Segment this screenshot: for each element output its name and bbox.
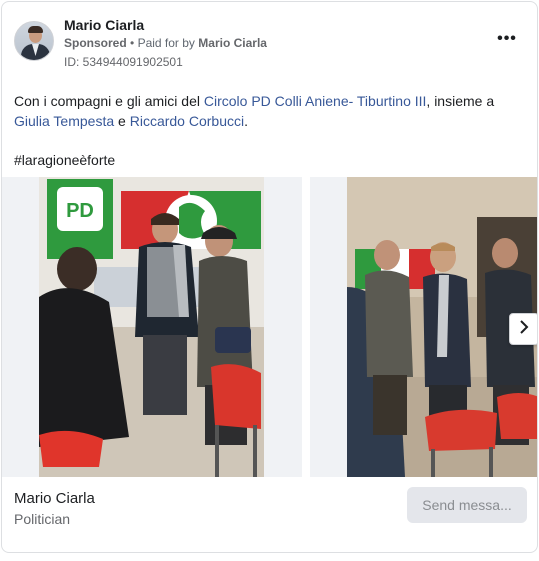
post-text-part: , insieme a <box>426 93 495 109</box>
ad-card: Mario Ciarla Sponsored • Paid for by Mar… <box>1 1 538 553</box>
advertiser-avatar[interactable] <box>14 21 54 61</box>
separator-dot: • <box>130 36 135 50</box>
page-name[interactable]: Mario Ciarla <box>14 490 95 507</box>
link-giulia-tempesta[interactable]: Giulia Tempesta <box>14 113 114 129</box>
chevron-right-icon <box>518 319 530 339</box>
page-category: Politician <box>14 511 71 527</box>
carousel-slide-1[interactable]: PD <box>2 177 302 477</box>
post-text-part: Con i compagni e gli amici del <box>14 93 204 109</box>
sponsored-line: Sponsored • Paid for by Mario Ciarla <box>64 36 267 50</box>
post-text-part: e <box>114 113 130 129</box>
carousel-next-button[interactable] <box>509 313 537 345</box>
sponsored-label: Sponsored <box>64 36 127 50</box>
ad-id: ID: 534944091902501 <box>64 55 183 69</box>
link-riccardo-corbucci[interactable]: Riccardo Corbucci <box>130 113 244 129</box>
link-circolo[interactable]: Circolo PD Colli Aniene- Tiburtino III <box>204 93 427 109</box>
carousel-slide-2[interactable] <box>310 177 537 477</box>
hashtag[interactable]: #laragioneèforte <box>14 152 115 168</box>
pd-logo-text: PD <box>66 200 94 222</box>
more-options-icon[interactable]: ••• <box>494 30 520 52</box>
paid-for-label: Paid for by <box>137 36 195 50</box>
post-text-part: . <box>244 113 248 129</box>
send-message-button[interactable]: Send messa... <box>407 487 527 523</box>
post-text: Con i compagni e gli amici del Circolo P… <box>14 91 529 131</box>
advertiser-name[interactable]: Mario Ciarla <box>64 17 144 33</box>
paid-for-name: Mario Ciarla <box>198 36 267 50</box>
photo-meeting-1: PD <box>39 177 264 477</box>
